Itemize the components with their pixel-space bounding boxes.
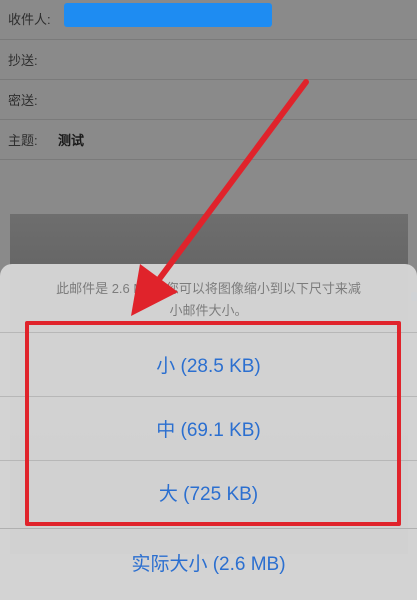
sheet-message-line2: 小邮件大小。 <box>169 303 248 318</box>
to-label: 收件人: <box>8 12 51 27</box>
subject-value[interactable]: 测试 <box>58 130 84 149</box>
annotation-highlight-box <box>25 321 401 526</box>
bcc-row[interactable]: 密送: <box>0 80 417 120</box>
to-row[interactable]: 收件人: <box>0 0 417 40</box>
sheet-message: 此邮件是 2.6 MB。您可以将图像缩小到以下尺寸来减 小邮件大小。 <box>20 278 397 322</box>
subject-label: 主题: <box>8 133 38 148</box>
subject-row[interactable]: 主题: 测试 <box>0 120 417 160</box>
recipient-chip[interactable] <box>64 3 272 27</box>
cc-row[interactable]: 抄送: <box>0 40 417 80</box>
cc-label: 抄送: <box>8 53 38 68</box>
bcc-label: 密送: <box>8 93 38 108</box>
size-actual-button[interactable]: 实际大小 (2.6 MB) <box>0 528 417 596</box>
sheet-message-line1: 此邮件是 2.6 MB。您可以将图像缩小到以下尺寸来减 <box>56 281 361 296</box>
